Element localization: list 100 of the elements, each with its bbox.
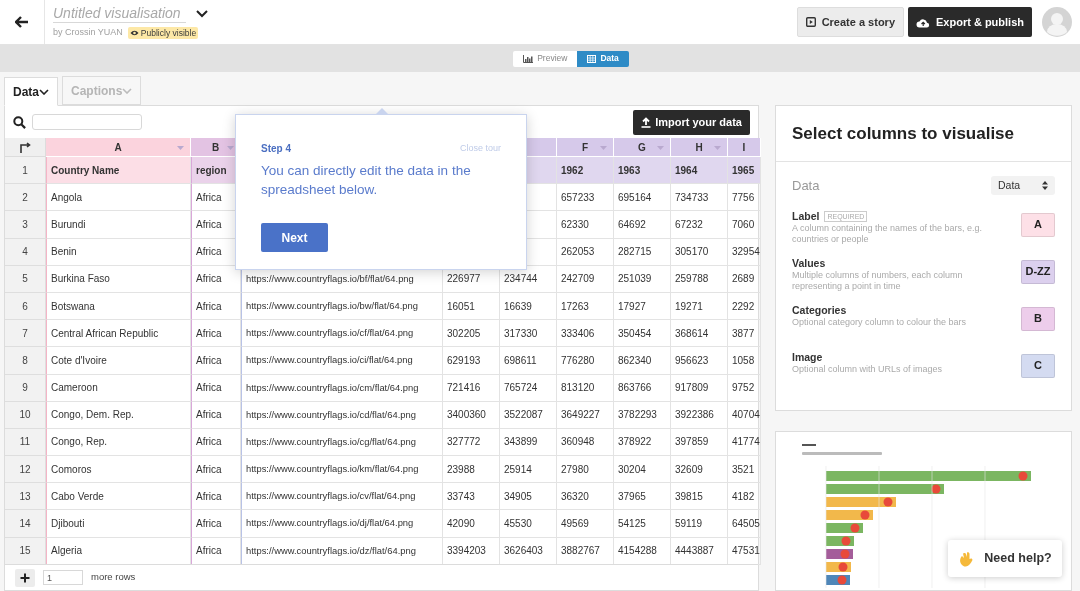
table-cell[interactable]: 62330	[557, 211, 614, 239]
column-tag[interactable]: C	[1021, 353, 1055, 378]
column-tag[interactable]: D-ZZ	[1021, 259, 1055, 284]
table-cell[interactable]: 360948	[557, 428, 614, 457]
panel-tab[interactable]: Data	[4, 77, 58, 106]
table-cell[interactable]: 36320	[557, 483, 614, 511]
column-header[interactable]: F	[557, 138, 614, 157]
table-cell[interactable]: Africa	[191, 374, 241, 402]
table-cell[interactable]: 3877	[728, 320, 761, 348]
table-cell[interactable]: 64505	[728, 510, 761, 538]
table-cell[interactable]: 302205	[443, 320, 500, 348]
table-cell[interactable]: https://www.countryflags.io/cm/flat/64.png	[241, 374, 443, 402]
view-tab[interactable]: Data	[577, 50, 629, 67]
table-cell[interactable]: 33743	[443, 483, 500, 511]
import-button[interactable]: Import your data	[633, 109, 750, 135]
table-cell[interactable]: 333406	[557, 320, 614, 348]
header-cell[interactable]: 1965	[728, 157, 761, 185]
table-cell[interactable]: Burkina Faso	[46, 265, 191, 293]
table-cell[interactable]: Cameroon	[46, 374, 191, 402]
table-cell[interactable]: 259788	[671, 265, 728, 293]
table-cell[interactable]: Central African Republic	[46, 320, 191, 348]
sheet-select[interactable]: Data	[991, 176, 1055, 196]
table-cell[interactable]: 67232	[671, 211, 728, 239]
corner-cell[interactable]	[5, 138, 46, 157]
table-cell[interactable]: Burundi	[46, 211, 191, 239]
table-cell[interactable]: 3400360	[443, 401, 500, 429]
table-cell[interactable]: 378922	[614, 428, 671, 457]
table-cell[interactable]: 698611	[500, 347, 557, 375]
table-cell[interactable]: 27980	[557, 456, 614, 484]
table-cell[interactable]: Africa	[191, 292, 241, 321]
table-cell[interactable]: 3922386	[671, 401, 728, 429]
table-cell[interactable]: Congo, Dem. Rep.	[46, 401, 191, 429]
table-cell[interactable]: https://www.countryflags.io/bw/flat/64.png	[241, 292, 443, 321]
table-cell[interactable]: Africa	[191, 347, 241, 375]
column-tag[interactable]: A	[1021, 212, 1055, 237]
table-cell[interactable]: 3882767	[557, 537, 614, 565]
column-header[interactable]: I	[728, 138, 761, 157]
table-cell[interactable]: 45530	[500, 510, 557, 538]
table-cell[interactable]: 47531	[728, 537, 761, 565]
next-button[interactable]: Next	[261, 223, 328, 252]
table-cell[interactable]: 721416	[443, 374, 500, 402]
table-cell[interactable]: Algeria	[46, 537, 191, 565]
table-cell[interactable]: https://www.countryflags.io/cd/flat/64.png	[241, 401, 443, 429]
table-cell[interactable]: 59119	[671, 510, 728, 538]
header-cell[interactable]: Country Name	[46, 157, 191, 185]
table-cell[interactable]: 765724	[500, 374, 557, 402]
table-cell[interactable]: https://www.countryflags.io/cf/flat/64.png	[241, 320, 443, 348]
table-cell[interactable]: Angola	[46, 184, 191, 212]
table-cell[interactable]: 917809	[671, 374, 728, 402]
table-cell[interactable]: 3394203	[443, 537, 500, 565]
header-cell[interactable]: 1962	[557, 157, 614, 185]
table-cell[interactable]: 54125	[614, 510, 671, 538]
table-cell[interactable]: Africa	[191, 320, 241, 348]
table-cell[interactable]: 23988	[443, 456, 500, 484]
table-cell[interactable]: 41774	[728, 428, 761, 457]
table-cell[interactable]: Africa	[191, 510, 241, 538]
header-cell[interactable]: 1964	[671, 157, 728, 185]
table-cell[interactable]: 64692	[614, 211, 671, 239]
table-cell[interactable]: Comoros	[46, 456, 191, 484]
table-cell[interactable]: Botswana	[46, 292, 191, 321]
table-cell[interactable]: https://www.countryflags.io/dz/flat/64.png	[241, 537, 443, 565]
header-cell[interactable]: 1963	[614, 157, 671, 185]
table-cell[interactable]: Africa	[191, 428, 241, 457]
table-cell[interactable]: 40704	[728, 401, 761, 429]
table-cell[interactable]: 3522087	[500, 401, 557, 429]
table-cell[interactable]: 3626403	[500, 537, 557, 565]
column-header[interactable]: H	[671, 138, 728, 157]
table-cell[interactable]: 262053	[557, 238, 614, 266]
column-header[interactable]: A	[46, 138, 191, 157]
table-cell[interactable]: 4443887	[671, 537, 728, 565]
table-cell[interactable]: 813120	[557, 374, 614, 402]
table-cell[interactable]: 42090	[443, 510, 500, 538]
story-button[interactable]: Create a story	[796, 7, 904, 37]
help-button[interactable]: Need help?	[948, 540, 1062, 577]
table-cell[interactable]: 37965	[614, 483, 671, 511]
table-cell[interactable]: 3649227	[557, 401, 614, 429]
table-cell[interactable]: 350454	[614, 320, 671, 348]
table-cell[interactable]: https://www.countryflags.io/cv/flat/64.png	[241, 483, 443, 511]
table-cell[interactable]: 1058	[728, 347, 761, 375]
table-cell[interactable]: 327772	[443, 428, 500, 457]
table-cell[interactable]: 397859	[671, 428, 728, 457]
table-cell[interactable]: 242709	[557, 265, 614, 293]
table-cell[interactable]: 16639	[500, 292, 557, 321]
table-cell[interactable]: Cote d'Ivoire	[46, 347, 191, 375]
table-cell[interactable]: 9752	[728, 374, 761, 402]
column-header[interactable]: G	[614, 138, 671, 157]
table-cell[interactable]: 25914	[500, 456, 557, 484]
table-cell[interactable]: Djibouti	[46, 510, 191, 538]
table-cell[interactable]: Africa	[191, 483, 241, 511]
table-cell[interactable]: Africa	[191, 401, 241, 429]
table-cell[interactable]: https://www.countryflags.io/ci/flat/64.png	[241, 347, 443, 375]
table-cell[interactable]: 776280	[557, 347, 614, 375]
table-cell[interactable]: 4182	[728, 483, 761, 511]
table-cell[interactable]: 7060	[728, 211, 761, 239]
table-cell[interactable]: 2292	[728, 292, 761, 321]
table-cell[interactable]: 32954	[728, 238, 761, 266]
table-cell[interactable]: 368614	[671, 320, 728, 348]
table-cell[interactable]: Africa	[191, 537, 241, 565]
table-cell[interactable]: 282715	[614, 238, 671, 266]
table-cell[interactable]: 862340	[614, 347, 671, 375]
